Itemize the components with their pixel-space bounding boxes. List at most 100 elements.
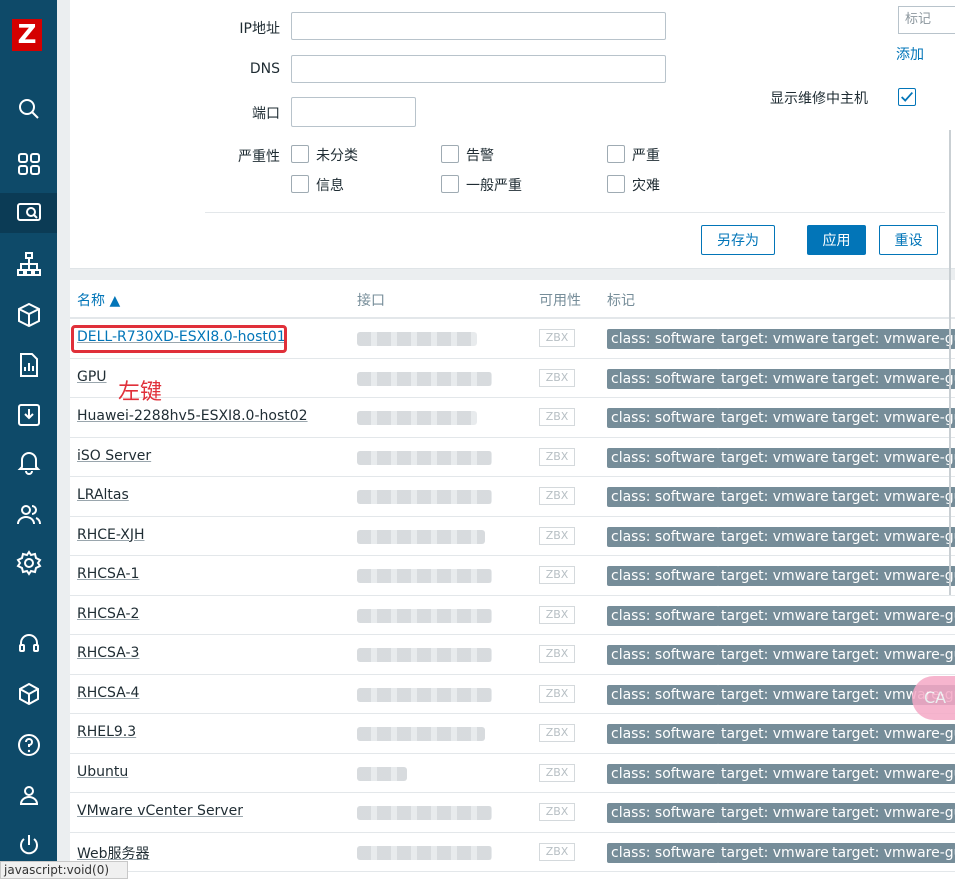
tag-badge[interactable]: target: vmware xyxy=(717,447,833,468)
severity-checkbox[interactable] xyxy=(291,175,309,193)
tag-badge[interactable]: target: vmware-gue xyxy=(828,408,955,428)
sidebar-monitoring-button[interactable] xyxy=(0,193,57,233)
severity-label-item[interactable]: 严重 xyxy=(632,145,660,165)
tag-badge[interactable]: target: vmware-gue xyxy=(828,526,955,547)
severity-checkbox[interactable] xyxy=(441,145,459,163)
severity-checkbox[interactable] xyxy=(441,175,459,193)
tag-badge[interactable]: target: vmware-gue xyxy=(828,803,955,823)
apply-button[interactable]: 应用 xyxy=(807,225,866,255)
tag-badge[interactable]: target: vmware-gue xyxy=(828,605,955,626)
severity-label-item[interactable]: 信息 xyxy=(316,175,344,195)
sidebar-inventory-box-button[interactable] xyxy=(0,295,57,335)
sidebar-support-headset-button[interactable] xyxy=(0,624,57,664)
port-label: 端口 xyxy=(252,106,280,122)
port-input[interactable] xyxy=(291,97,416,127)
tag-badge[interactable]: class: software xyxy=(607,447,720,468)
host-name-link[interactable]: RHCSA-3 xyxy=(77,645,139,661)
tag-badge[interactable]: target: vmware-gue xyxy=(828,645,955,665)
sidebar-user-profile-button[interactable] xyxy=(0,775,57,815)
tag-badge[interactable]: class: software xyxy=(607,803,720,823)
severity-label-item[interactable]: 未分类 xyxy=(316,145,358,165)
host-name-link[interactable]: RHCE-XJH xyxy=(77,527,144,543)
tag-badge[interactable]: target: vmware-gue xyxy=(828,724,955,744)
add-tag-link[interactable]: 添加 xyxy=(896,44,924,64)
sidebar-search-button[interactable] xyxy=(0,89,57,129)
host-name-link[interactable]: Huawei-2288hv5-ESXI8.0-host02 xyxy=(77,408,308,424)
tag-badge[interactable]: target: vmware xyxy=(717,605,833,626)
zabbix-logo[interactable]: Z xyxy=(12,19,42,51)
host-name-link[interactable]: VMware vCenter Server xyxy=(77,803,243,819)
tag-badge[interactable]: target: vmware xyxy=(717,724,833,744)
tag-badge[interactable]: target: vmware xyxy=(717,487,833,507)
reports-icon xyxy=(19,353,38,377)
tag-badge[interactable]: target: vmware xyxy=(717,526,833,547)
interface-address-blurred xyxy=(357,727,485,741)
severity-label-item[interactable]: 一般严重 xyxy=(466,175,522,195)
host-name-link[interactable]: GPU xyxy=(77,369,107,385)
tag-badge[interactable]: target: vmware xyxy=(717,763,833,784)
sidebar-settings-gear-button[interactable] xyxy=(0,543,57,583)
tag-badge[interactable]: class: software xyxy=(607,724,720,744)
host-name-link[interactable]: Ubuntu xyxy=(77,764,128,780)
maintenance-checkbox[interactable] xyxy=(898,88,916,106)
tag-badge[interactable]: target: vmware-gue xyxy=(828,447,955,468)
sidebar-integrations-cube-button[interactable] xyxy=(0,674,57,714)
severity-checkbox[interactable] xyxy=(607,175,625,193)
tag-badge[interactable]: target: vmware xyxy=(717,645,833,665)
tag-badge[interactable]: class: software xyxy=(607,842,720,863)
sidebar-reports-button[interactable] xyxy=(0,345,57,385)
severity-checkbox[interactable] xyxy=(607,145,625,163)
tag-badge[interactable]: target: vmware xyxy=(717,329,833,349)
host-name-link[interactable]: RHEL9.3 xyxy=(77,724,136,740)
sidebar-data-collection-button[interactable] xyxy=(0,395,57,435)
sidebar-sign-out-power-button[interactable] xyxy=(0,825,57,865)
tag-badge[interactable]: target: vmware-gue xyxy=(828,566,955,586)
tag-badge[interactable]: target: vmware xyxy=(717,368,833,389)
sidebar-users-button[interactable] xyxy=(0,495,57,535)
scrollbar[interactable] xyxy=(949,130,951,595)
host-name-link[interactable]: LRAltas xyxy=(77,487,129,503)
tag-badge[interactable]: target: vmware-gue xyxy=(828,368,955,389)
tag-badge[interactable]: class: software xyxy=(607,645,720,665)
sidebar-dashboard-button[interactable] xyxy=(0,144,57,184)
tag-badge[interactable]: target: vmware-gue xyxy=(828,842,955,863)
severity-label-item[interactable]: 灾难 xyxy=(632,175,660,195)
tag-badge[interactable]: class: software xyxy=(607,526,720,547)
tag-badge[interactable]: class: software xyxy=(607,763,720,784)
tag-badge[interactable]: class: software xyxy=(607,487,720,507)
tag-badge[interactable]: target: vmware xyxy=(717,684,833,705)
severity-label-item[interactable]: 告警 xyxy=(466,145,494,165)
column-name[interactable]: 名称 ▲ xyxy=(77,290,120,310)
sidebar-network-map-button[interactable] xyxy=(0,244,57,284)
severity-checkbox[interactable] xyxy=(291,145,309,163)
reset-button[interactable]: 重设 xyxy=(879,225,938,255)
tag-badge[interactable]: class: software xyxy=(607,368,720,389)
search-icon xyxy=(18,99,39,119)
host-name-link[interactable]: RHCSA-4 xyxy=(77,685,139,701)
ip-input[interactable] xyxy=(291,12,666,40)
tag-badge[interactable]: target: vmware-gue xyxy=(828,763,955,784)
tag-badge[interactable]: target: vmware xyxy=(717,842,833,863)
tag-badge[interactable]: class: software xyxy=(607,684,720,705)
dns-input[interactable] xyxy=(291,55,666,83)
host-name-link[interactable]: RHCSA-2 xyxy=(77,606,139,622)
host-name-link[interactable]: Web服务器 xyxy=(77,843,150,863)
sidebar-alerts-bell-button[interactable] xyxy=(0,442,57,482)
tag-badge[interactable]: target: vmware-gue xyxy=(828,329,955,349)
tag-badge[interactable]: class: software xyxy=(607,329,720,349)
tag-filter-input[interactable]: 标记 xyxy=(898,6,955,34)
tag-badge[interactable]: target: vmware xyxy=(717,566,833,586)
floating-assistant-bubble[interactable]: CA xyxy=(912,676,955,720)
host-name-link[interactable]: RHCSA-1 xyxy=(77,566,139,582)
tag-badge[interactable]: class: software xyxy=(607,605,720,626)
tag-badge[interactable]: class: software xyxy=(607,566,720,586)
tag-badge[interactable]: target: vmware-gue xyxy=(828,487,955,507)
save-as-button[interactable]: 另存为 xyxy=(701,225,775,255)
sidebar-help-button[interactable] xyxy=(0,725,57,765)
host-name-link[interactable]: iSO Server xyxy=(77,448,151,464)
tag-badge[interactable]: class: software xyxy=(607,408,720,428)
tag-badge[interactable]: target: vmware xyxy=(717,408,833,428)
table-row: RHEL9.3 ZBX class: software target: vmware t… xyxy=(70,714,955,754)
tag-badge[interactable]: target: vmware xyxy=(717,803,833,823)
table-row: RHCSA-3 ZBX class: software target: vmware t… xyxy=(70,635,955,675)
